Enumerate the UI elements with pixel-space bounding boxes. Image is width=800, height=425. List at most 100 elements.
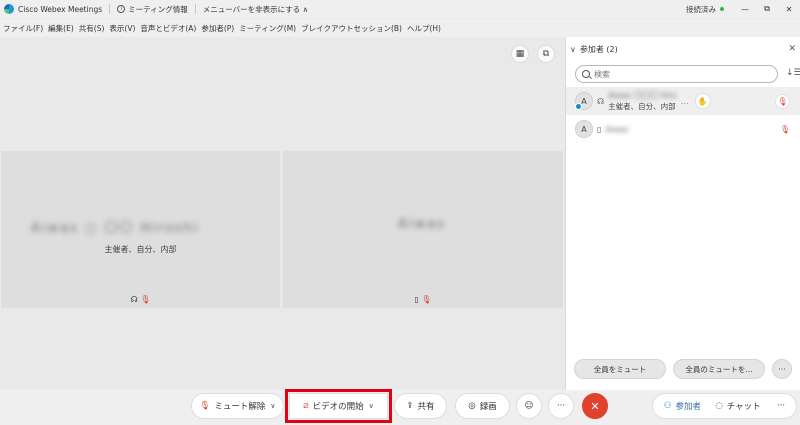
minimize-button[interactable]: — xyxy=(734,0,756,18)
meeting-control-bar: 🎙︎ ミュート解除 ∨ ⧄ ビデオの開始 ∨ ⇪ 共有 ◎ 録画 ☺ ··· ✕… xyxy=(0,389,800,425)
blurred-participant-name: Aiwas xyxy=(398,217,446,232)
panel-header: ∨ 参加者 (2) ✕ xyxy=(570,42,796,56)
popout-icon[interactable]: ⧉ xyxy=(537,45,555,63)
chevron-down-icon[interactable]: ∨ xyxy=(369,402,374,410)
collapse-chevron-icon[interactable]: ∨ xyxy=(570,45,576,54)
avatar-initial: A xyxy=(581,124,587,134)
participants-label: 参加者 xyxy=(675,402,702,412)
more-options-button[interactable]: ··· xyxy=(548,393,574,419)
window-controls: 接続済み — ⧉ ✕ xyxy=(686,0,800,18)
chevron-down-icon[interactable]: ∨ xyxy=(270,402,275,410)
share-button[interactable]: ⇪ 共有 xyxy=(394,393,447,419)
mic-muted-icon[interactable]: 🎙︎ xyxy=(775,93,790,109)
share-icon: ⇪ xyxy=(406,401,414,411)
search-input[interactable] xyxy=(594,69,774,79)
app-identity: Cisco Webex Meetings xyxy=(0,4,102,14)
more-label: ··· xyxy=(776,401,786,411)
video-stage: ▦ ⧉ Aiwas ○ 〇〇 Hiroshi 主催者、自分、内部 ☊ 🎙︎ Ai… xyxy=(0,37,564,390)
start-video-label: ビデオの開始 xyxy=(312,402,364,412)
mic-muted-icon: 🎙︎ xyxy=(421,295,432,304)
name-ellipsis: … xyxy=(680,96,689,106)
search-icon xyxy=(582,70,590,78)
info-icon: i xyxy=(117,5,126,13)
divider xyxy=(194,4,196,14)
close-icon[interactable]: ✕ xyxy=(788,44,796,54)
mute-all-button[interactable]: 全員をミュート xyxy=(574,359,666,379)
menu-file[interactable]: ファイル(F) xyxy=(3,23,43,34)
menu-meeting[interactable]: ミーティング(M) xyxy=(239,23,296,34)
divider xyxy=(109,4,111,14)
unmute-button[interactable]: 🎙︎ ミュート解除 ∨ xyxy=(191,393,284,419)
webex-logo-icon xyxy=(4,4,14,14)
end-meeting-button[interactable]: ✕ xyxy=(582,393,608,419)
participant-role: 主催者、自分、内部 xyxy=(608,102,676,111)
headset-icon: ☊ xyxy=(130,295,138,304)
tile-status-icons: ▯ 🎙︎ xyxy=(283,295,563,304)
connection-status-dot xyxy=(720,7,724,11)
menu-help[interactable]: ヘルプ(H) xyxy=(407,23,441,34)
raise-hand-button[interactable]: ✋ xyxy=(694,93,711,109)
mic-muted-icon: 🎙︎ xyxy=(140,295,151,304)
participant-name-block: Aiwas xyxy=(605,125,628,134)
host-badge-icon xyxy=(575,103,582,110)
participant-name: Aiwas xyxy=(605,124,629,134)
video-tile-guest[interactable]: Aiwas ▯ 🎙︎ xyxy=(283,151,563,308)
participants-panel: ∨ 参加者 (2) ✕ ↓☰ A ☊ Aiwas 〇〇〇 Hiro 主催者、自分… xyxy=(565,37,800,390)
person-icon: ⚇ xyxy=(663,401,672,411)
chat-toggle-button[interactable]: ◌ チャット xyxy=(712,393,764,419)
meeting-info-label: ミーティング情報 xyxy=(128,4,188,14)
avatar: A xyxy=(575,92,593,110)
menu-share[interactable]: 共有(S) xyxy=(79,23,105,34)
chat-label: チャット xyxy=(726,402,761,412)
grid-icon[interactable]: ▦ xyxy=(511,45,529,63)
panel-title: 参加者 (2) xyxy=(579,44,618,54)
phone-icon: ▯ xyxy=(414,295,419,304)
more-options-button[interactable]: ··· xyxy=(772,359,792,379)
panel-footer: 全員をミュート 全員のミュートを... ··· xyxy=(566,359,800,381)
participant-row[interactable]: A ☊ Aiwas 〇〇〇 Hiro 主催者、自分、内部 … ✋ 🎙︎ xyxy=(566,87,800,115)
avatar-initial: A xyxy=(581,96,587,106)
mic-muted-icon: 🎙︎ xyxy=(199,401,211,411)
video-tile-host[interactable]: Aiwas ○ 〇〇 Hiroshi 主催者、自分、内部 ☊ 🎙︎ xyxy=(1,151,280,308)
menu-bar: ファイル(F) 編集(E) 共有(S) 表示(V) 音声とビデオ(A) 参加者(… xyxy=(0,19,800,37)
participant-search[interactable] xyxy=(575,65,778,83)
menu-participants[interactable]: 参加者(P) xyxy=(201,23,234,34)
participants-toggle-button[interactable]: ⚇ 参加者 xyxy=(655,393,710,419)
meeting-info-button[interactable]: i ミーティング情報 xyxy=(117,4,188,15)
record-label: 録画 xyxy=(479,402,497,412)
hide-menubar-button[interactable]: メニューバーを非表示にする ∧ xyxy=(203,4,308,15)
blurred-participant-name: Aiwas ○ 〇〇 Hiroshi xyxy=(31,221,200,236)
restore-button[interactable]: ⧉ xyxy=(756,0,778,18)
share-label: 共有 xyxy=(417,402,435,412)
headset-icon: ☊ xyxy=(597,96,605,106)
end-call-icon: ✕ xyxy=(590,399,600,413)
tile-role-label: 主催者、自分、内部 xyxy=(104,245,177,254)
chat-icon: ◌ xyxy=(715,401,723,411)
phone-icon: ▯ xyxy=(597,124,602,134)
menu-view[interactable]: 表示(V) xyxy=(109,23,135,34)
mic-muted-icon[interactable]: 🎙︎ xyxy=(780,125,790,134)
record-icon: ◎ xyxy=(468,401,476,411)
record-button[interactable]: ◎ 録画 xyxy=(455,393,510,419)
video-off-icon: ⧄ xyxy=(303,401,309,411)
reactions-button[interactable]: ☺ xyxy=(516,393,542,419)
close-window-button[interactable]: ✕ xyxy=(778,0,800,18)
participant-name: Aiwas 〇〇〇 Hiro xyxy=(608,91,677,100)
start-video-button[interactable]: ⧄ ビデオの開始 ∨ xyxy=(285,389,392,423)
participant-row[interactable]: A ▯ Aiwas 🎙︎ xyxy=(566,115,800,143)
more-label: ··· xyxy=(556,401,566,411)
menu-edit[interactable]: 編集(E) xyxy=(48,23,74,34)
participant-name-block: Aiwas 〇〇〇 Hiro 主催者、自分、内部 xyxy=(608,90,677,112)
smiley-icon: ☺ xyxy=(524,401,534,411)
menu-breakout[interactable]: ブレイクアウトセッション(B) xyxy=(301,23,402,34)
unmute-label: ミュート解除 xyxy=(214,402,266,412)
connection-status: 接続済み xyxy=(686,4,716,14)
sort-icon[interactable]: ↓☰ xyxy=(786,68,800,78)
more-panels-button[interactable]: ··· xyxy=(768,393,794,419)
app-name: Cisco Webex Meetings xyxy=(18,4,103,14)
title-bar: Cisco Webex Meetings i ミーティング情報 メニューバーを非… xyxy=(0,0,800,18)
avatar: A xyxy=(575,120,593,138)
tile-status-icons: ☊ 🎙︎ xyxy=(1,295,280,304)
menu-audio-video[interactable]: 音声とビデオ(A) xyxy=(140,23,196,34)
unmute-all-button[interactable]: 全員のミュートを... xyxy=(673,359,765,379)
